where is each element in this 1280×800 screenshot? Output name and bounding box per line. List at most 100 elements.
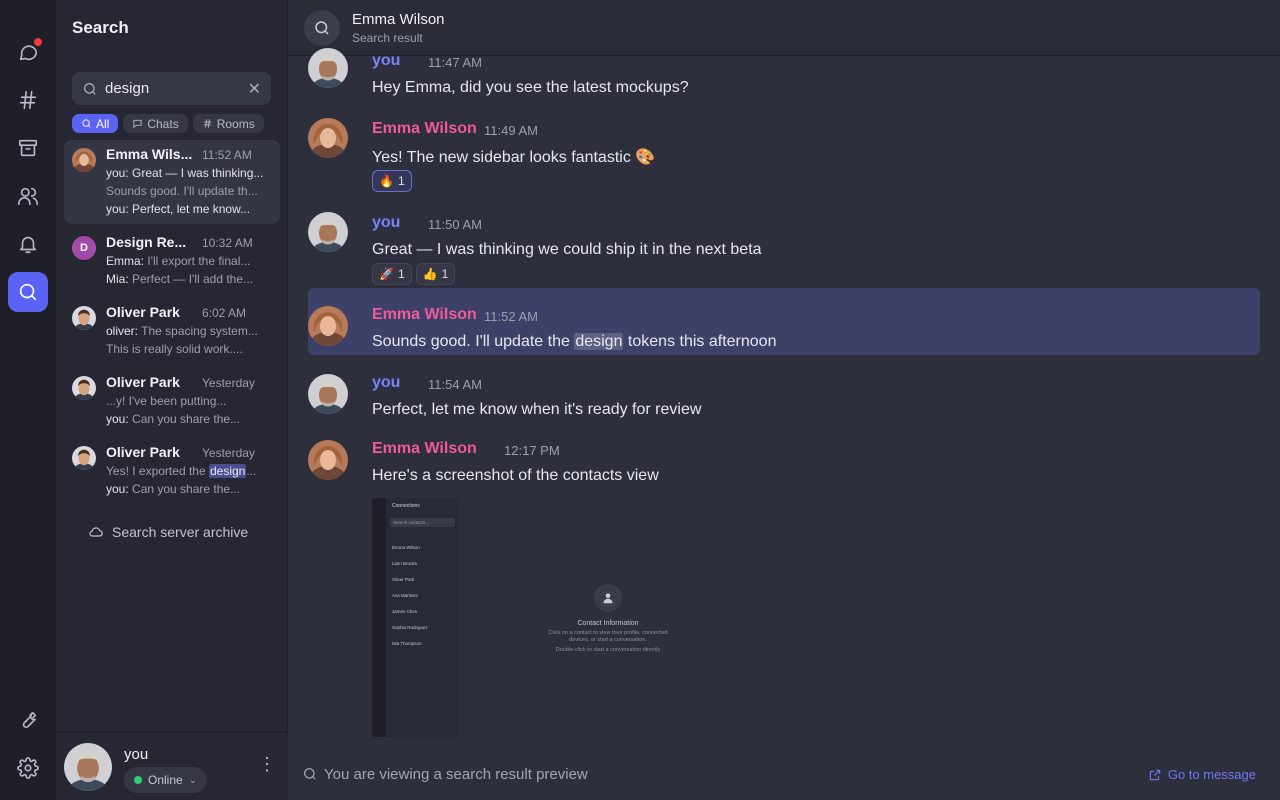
result-snippet: you: Great — I was thinking... bbox=[106, 166, 274, 180]
users-icon bbox=[18, 187, 38, 206]
snippet-text: ... bbox=[246, 464, 257, 478]
chat-header: Emma Wilson Search result bbox=[288, 0, 1280, 56]
message-time: 12:17 PM bbox=[504, 443, 560, 458]
status-label: Online bbox=[148, 773, 183, 787]
chevron-down-icon: ⌄ bbox=[188, 774, 198, 786]
result-time: Yesterday bbox=[202, 376, 255, 390]
filter-all[interactable]: All bbox=[72, 114, 119, 133]
avatar-emma bbox=[308, 118, 348, 158]
more-options-icon[interactable]: ⋮ bbox=[258, 755, 276, 773]
message-text: Great — I was thinking we could ship it … bbox=[372, 241, 762, 258]
message: you 11:50 AM Great — I was thinking we c… bbox=[308, 212, 1260, 288]
message-sender: you bbox=[372, 214, 401, 231]
sidebar-title: Search bbox=[72, 18, 129, 37]
archive-nav-button[interactable] bbox=[8, 128, 48, 168]
reaction-chip[interactable]: 🔥 1 bbox=[372, 170, 412, 192]
search-result-emma-wilson[interactable]: Emma Wils... 11:52 AM you: Great — I was… bbox=[64, 140, 280, 224]
snippet-sender: you: bbox=[106, 166, 129, 180]
reactions: 🔥 1 bbox=[372, 170, 412, 192]
avatar-design-room: D bbox=[72, 236, 96, 260]
search-field[interactable]: ✕ bbox=[72, 72, 271, 105]
hash-icon bbox=[19, 90, 37, 110]
archive-label: Search server archive bbox=[112, 524, 249, 540]
channels-nav-button[interactable] bbox=[8, 80, 48, 120]
reaction-count: 1 bbox=[397, 267, 405, 281]
avatar-emma bbox=[308, 306, 348, 346]
message-text: Sounds good. I'll update the design toke… bbox=[372, 333, 776, 351]
app: Search ✕ All Chats Rooms bbox=[0, 0, 1280, 800]
result-snippet: This is really solid work.... bbox=[106, 342, 243, 356]
search-input[interactable] bbox=[105, 80, 248, 97]
thumbnail-panel-title: Contact Information bbox=[577, 620, 639, 627]
hash-icon bbox=[203, 119, 211, 128]
message-sender: you bbox=[372, 374, 401, 391]
avatar-you[interactable] bbox=[64, 743, 112, 791]
tools-nav-button[interactable] bbox=[8, 700, 48, 740]
snippet-sender: Emma: bbox=[106, 254, 145, 268]
search-server-archive-button[interactable]: Search server archive bbox=[88, 524, 248, 540]
nav-rail bbox=[0, 0, 56, 800]
message: you 11:47 AM Hey Emma, did you see the l… bbox=[308, 48, 1260, 102]
search-result-icon bbox=[304, 10, 340, 46]
thumbnail-panel-text: Click on a contact to view their profile… bbox=[548, 630, 668, 644]
snippet-sender: oliver: bbox=[106, 324, 139, 338]
person-icon bbox=[594, 584, 622, 612]
snippet-sender: Mia: bbox=[106, 272, 129, 286]
snippet-sender: you: bbox=[106, 202, 129, 216]
thumbnail-contact: Sophia Rodriguez bbox=[392, 625, 428, 630]
clear-search-icon[interactable]: ✕ bbox=[248, 79, 261, 99]
result-snippet: you: Perfect, let me know... bbox=[106, 202, 274, 216]
go-to-message-link[interactable]: Go to message bbox=[1148, 767, 1256, 782]
search-sidebar: Search ✕ All Chats Rooms bbox=[56, 0, 288, 800]
snippet-text: Perfect, let me know... bbox=[128, 202, 251, 216]
result-name: Oliver Park bbox=[106, 304, 180, 320]
message-text: Yes! The new sidebar looks fantastic 🎨 bbox=[372, 149, 656, 166]
filter-rooms[interactable]: Rooms bbox=[192, 114, 264, 133]
status-dropdown[interactable]: Online ⌄ bbox=[124, 767, 208, 793]
search-result-oliver-park[interactable]: Oliver Park Yesterday Yes! I exported th… bbox=[64, 438, 280, 502]
avatar-you bbox=[308, 212, 348, 252]
text-segment: Sounds good. I'll update the bbox=[372, 333, 575, 350]
settings-nav-button[interactable] bbox=[8, 748, 48, 788]
filter-chats[interactable]: Chats bbox=[123, 114, 188, 133]
thumbnail-contacts: Emma Wilson Liam Brooks Oliver Park Ava … bbox=[392, 540, 428, 652]
snippet-text: Can you share the... bbox=[128, 482, 241, 496]
avatar-you bbox=[308, 374, 348, 414]
message-sender: you bbox=[372, 52, 401, 69]
chat-icon bbox=[133, 119, 142, 129]
snippet-text: Can you share the... bbox=[128, 412, 241, 426]
thumbnail-contact: Emma Wilson bbox=[392, 545, 420, 550]
image-attachment[interactable]: Connections Search contacts... Emma Wils… bbox=[372, 498, 459, 737]
search-match-highlight: design bbox=[208, 464, 247, 478]
result-time: 11:52 AM bbox=[202, 148, 252, 162]
preview-footer: You are viewing a search result preview … bbox=[288, 748, 1280, 800]
thumbnail-contact: James Chen bbox=[392, 609, 418, 614]
avatar-oliver bbox=[72, 306, 96, 330]
result-snippet: oliver: The spacing system... bbox=[106, 324, 274, 338]
reaction-count: 1 bbox=[441, 267, 449, 281]
result-snippet: you: Can you share the... bbox=[106, 412, 274, 426]
notification-dot bbox=[34, 38, 42, 46]
highlighted-message[interactable]: Emma Wilson 11:52 AM Sounds good. I'll u… bbox=[308, 306, 1260, 356]
gear-icon bbox=[17, 757, 39, 779]
message-time: 11:52 AM bbox=[484, 309, 538, 324]
search-result-design-room[interactable]: D Design Re... 10:32 AM Emma: I'll expor… bbox=[64, 228, 280, 292]
avatar-emma bbox=[308, 440, 348, 480]
chat-subtitle: Search result bbox=[352, 31, 423, 45]
archive-icon bbox=[18, 139, 38, 157]
go-to-message-label: Go to message bbox=[1167, 767, 1256, 782]
search-result-oliver-park[interactable]: Oliver Park Yesterday ...y! I've been pu… bbox=[64, 368, 280, 432]
notifications-nav-button[interactable] bbox=[8, 224, 48, 264]
contacts-nav-button[interactable] bbox=[8, 176, 48, 216]
avatar-oliver bbox=[72, 446, 96, 470]
reaction-chip[interactable]: 👍 1 bbox=[415, 263, 456, 285]
search-nav-button[interactable] bbox=[8, 272, 48, 312]
avatar-you bbox=[308, 48, 348, 88]
snippet-text: I'll export the final... bbox=[144, 254, 251, 268]
message-sender: Emma Wilson bbox=[372, 306, 477, 323]
filter-label: Chats bbox=[147, 116, 179, 131]
reaction-chip[interactable]: 🚀 1 bbox=[372, 263, 412, 285]
search-result-oliver-park[interactable]: Oliver Park 6:02 AM oliver: The spacing … bbox=[64, 298, 280, 362]
result-snippet: Sounds good. I'll update th... bbox=[106, 184, 258, 198]
chats-nav-button[interactable] bbox=[8, 32, 48, 72]
